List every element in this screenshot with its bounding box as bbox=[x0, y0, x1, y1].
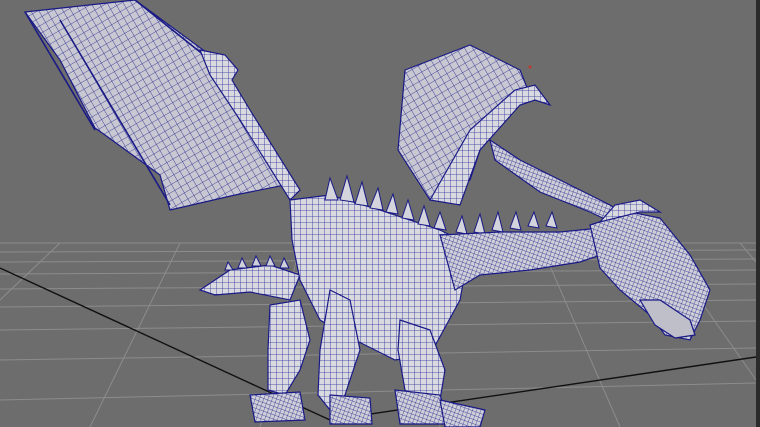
viewport-border bbox=[756, 0, 760, 427]
back-tail bbox=[198, 264, 301, 301]
3d-viewport[interactable] bbox=[0, 0, 756, 427]
foot-middle bbox=[329, 394, 373, 425]
dragon-neck bbox=[439, 227, 616, 291]
foot-left bbox=[249, 391, 306, 423]
dragon-head bbox=[589, 211, 711, 341]
hind-leg bbox=[267, 299, 311, 396]
viewport-canvas[interactable] bbox=[0, 0, 756, 427]
pivot-marker bbox=[528, 65, 532, 69]
foot-far bbox=[439, 399, 486, 427]
dragon-mesh[interactable] bbox=[23, 0, 711, 427]
